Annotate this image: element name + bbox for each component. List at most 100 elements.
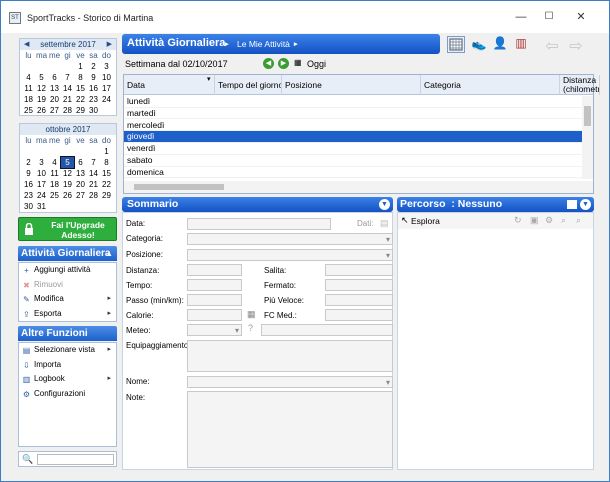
table-row[interactable]: giovedì (124, 131, 582, 143)
calendar-day[interactable]: 12 (61, 168, 74, 179)
column-header[interactable]: Categoria (421, 75, 560, 95)
breadcrumb-next-icon[interactable]: ▸ (294, 40, 298, 48)
calendar-day[interactable]: 5 (35, 72, 48, 83)
calendar-day[interactable]: 7 (87, 157, 100, 168)
calendar-day[interactable]: 17 (100, 83, 113, 94)
calendar-day[interactable]: 20 (74, 179, 87, 190)
weather-select[interactable] (187, 324, 242, 336)
calendar-day[interactable]: 24 (35, 190, 48, 201)
other-functions-header[interactable]: Altre Funzioni (18, 326, 117, 341)
pace-field[interactable] (187, 294, 242, 306)
calendar-day[interactable]: 1 (100, 146, 113, 157)
calendar-day[interactable]: 10 (100, 72, 113, 83)
prev-week-icon[interactable]: ◀ (263, 58, 274, 69)
calendar-day[interactable]: 6 (48, 72, 61, 83)
athlete-icon[interactable]: 👤 (492, 36, 508, 53)
minimize-button[interactable]: — (511, 9, 531, 25)
calendar-day[interactable]: 21 (87, 179, 100, 190)
calendar-day[interactable]: 13 (48, 83, 61, 94)
layout-icon[interactable] (567, 200, 577, 209)
calendar-day[interactable]: 15 (74, 83, 87, 94)
calendar-day[interactable]: 23 (87, 94, 100, 105)
weather-notes-field[interactable] (261, 324, 393, 336)
horizontal-scrollbar[interactable] (124, 181, 593, 193)
today-calendar-icon[interactable]: ▦ (294, 58, 304, 68)
calendar-day[interactable]: 7 (61, 72, 74, 83)
table-row[interactable]: lunedì (124, 96, 582, 108)
back-arrow-icon[interactable]: ⇦ (543, 36, 561, 55)
settings-icon[interactable]: ⚙ (545, 215, 553, 226)
calendar-day[interactable]: 26 (35, 105, 48, 116)
calendar-day[interactable]: 12 (35, 83, 48, 94)
calories-field[interactable] (187, 309, 242, 321)
calendar-view-icon[interactable] (447, 36, 465, 53)
calendar-day[interactable]: 9 (87, 72, 100, 83)
calendar-day[interactable]: 28 (87, 190, 100, 201)
calendar-day[interactable]: 16 (22, 179, 35, 190)
table-row[interactable]: sabato (124, 155, 582, 167)
calendar-day[interactable]: 21 (61, 94, 74, 105)
sidebar-item[interactable]: ▤ Selezionare vista ▸ (19, 343, 116, 358)
prev-month-icon[interactable]: ◀ (24, 39, 29, 50)
calendar-day[interactable]: 5 (60, 156, 75, 169)
hscroll-thumb[interactable] (134, 184, 224, 190)
breadcrumb[interactable]: Le Mie Attività (237, 39, 290, 49)
data-icon[interactable]: ▤ (380, 218, 389, 229)
maximize-button[interactable]: ☐ (539, 9, 559, 25)
calendar-day[interactable]: 13 (74, 168, 87, 179)
avg-hr-field[interactable] (325, 309, 393, 321)
equipment-list[interactable] (187, 340, 393, 372)
calendar-day[interactable]: 26 (61, 190, 74, 201)
collapse-icon[interactable]: ▲ (105, 246, 113, 261)
close-button[interactable]: ✕ (571, 9, 591, 25)
calendar-day[interactable]: 11 (48, 168, 61, 179)
calendar-day[interactable]: 25 (22, 105, 35, 116)
daily-activity-header[interactable]: Attività Giornaliera ▲ (18, 246, 117, 261)
column-header[interactable]: Data (124, 75, 215, 95)
calendar-day[interactable]: 25 (48, 190, 61, 201)
distance-field[interactable] (187, 264, 242, 276)
sidebar-item[interactable]: ✎ Modifica ▸ (19, 292, 116, 307)
calendar-day[interactable]: 30 (87, 105, 100, 116)
column-header[interactable]: Distanza (chilometri) (560, 75, 600, 95)
calendar-day[interactable]: 18 (22, 94, 35, 105)
next-month-icon[interactable]: ▶ (107, 39, 112, 50)
calendar-day[interactable]: 2 (22, 157, 35, 168)
save-icon[interactable]: ▣ (530, 215, 539, 226)
refresh-icon[interactable]: ↻ (514, 215, 522, 226)
sidebar-item[interactable]: ⚙ Configurazioni (19, 387, 116, 402)
calendar-day[interactable]: 3 (35, 157, 48, 168)
help-icon[interactable]: ? (248, 323, 253, 333)
sidebar-item[interactable]: ✖ Rimuovi (19, 278, 116, 293)
sidebar-item[interactable]: ▥ Logbook ▸ (19, 372, 116, 387)
time-field[interactable] (187, 279, 242, 291)
calendar-day[interactable]: 19 (61, 179, 74, 190)
calendar-day[interactable]: 14 (87, 168, 100, 179)
vertical-scrollbar[interactable] (582, 96, 593, 179)
explore-button[interactable]: Esplora (411, 216, 440, 226)
calendar-day[interactable]: 28 (61, 105, 74, 116)
calendar-day[interactable]: 23 (22, 190, 35, 201)
calendar-day[interactable]: 11 (22, 83, 35, 94)
column-header[interactable]: Posizione (282, 75, 421, 95)
calendar-day[interactable]: 18 (48, 179, 61, 190)
calendar-day[interactable]: 27 (48, 105, 61, 116)
upgrade-button[interactable]: Fai l'Upgrade Adesso! (18, 217, 117, 241)
date-field[interactable] (187, 218, 331, 230)
calendar-day[interactable]: 20 (48, 94, 61, 105)
calendar-day[interactable]: 22 (74, 94, 87, 105)
name-select[interactable] (187, 376, 393, 388)
sidebar-item[interactable]: ⇪ Esporta ▸ (19, 307, 116, 322)
table-row[interactable]: domenica (124, 167, 582, 179)
today-button[interactable]: Oggi (307, 59, 326, 69)
forward-arrow-icon[interactable]: ⇨ (567, 36, 585, 55)
calendar-day[interactable]: 9 (22, 168, 35, 179)
calendar-day[interactable]: 8 (74, 72, 87, 83)
zoom-out-icon[interactable]: ⌕ (576, 215, 581, 226)
collapse-icon[interactable]: ▼ (379, 199, 390, 210)
next-week-icon[interactable]: ▶ (278, 58, 289, 69)
calendar-day[interactable]: 6 (74, 157, 87, 168)
calendar-day[interactable]: 16 (87, 83, 100, 94)
calendar-day[interactable]: 31 (35, 201, 48, 212)
scroll-thumb[interactable] (584, 106, 591, 126)
